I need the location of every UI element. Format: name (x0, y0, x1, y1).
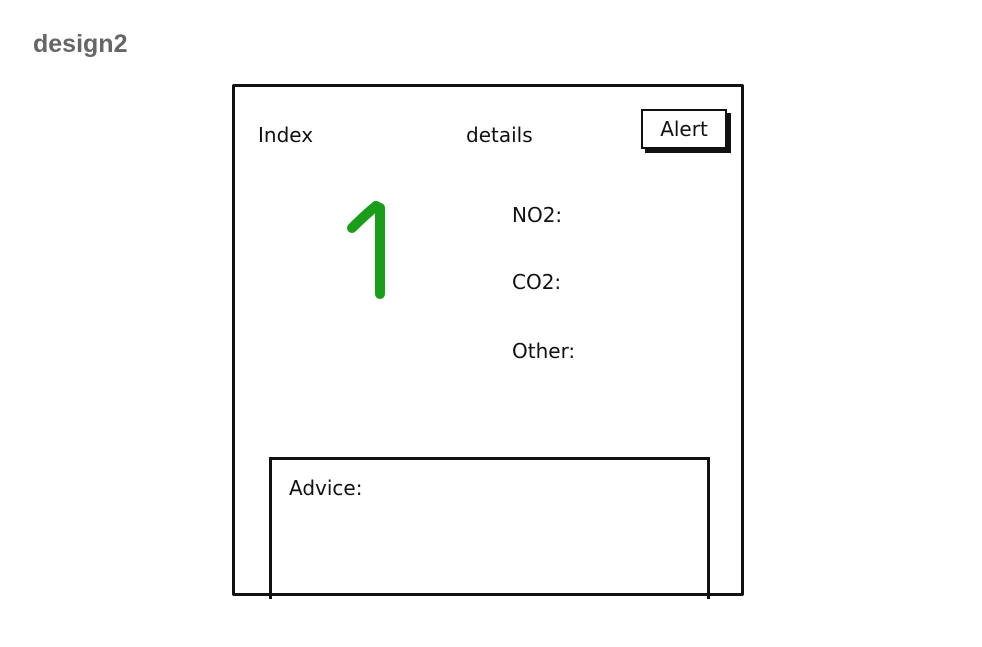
details-heading: details (466, 123, 533, 147)
no2-label: NO2: (512, 203, 563, 227)
advice-label: Advice: (289, 476, 363, 500)
co2-label: CO2: (512, 270, 562, 294)
alert-button[interactable]: Alert (641, 109, 727, 149)
other-label: Other: (512, 339, 576, 363)
page-title: design2 (33, 30, 128, 58)
index-value: 1 (347, 201, 385, 299)
canvas: design2 Index details Alert 1 NO2: CO2: … (0, 0, 982, 647)
index-heading: Index (258, 123, 314, 147)
